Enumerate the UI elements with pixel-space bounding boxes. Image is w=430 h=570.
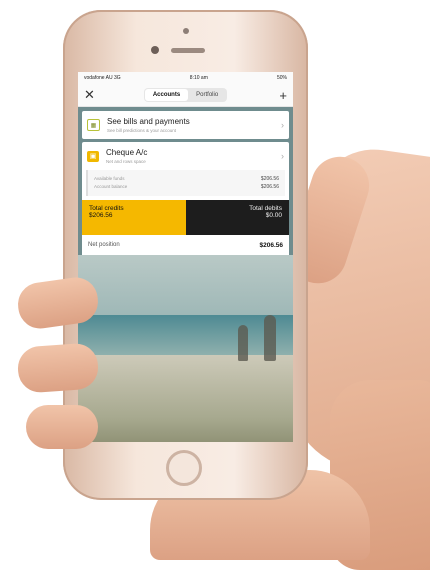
bills-title: See bills and payments (107, 117, 190, 126)
account-subtitle: Net and rows space (106, 159, 146, 164)
account-title: Cheque A/c (106, 148, 148, 157)
wallet-icon: ▣ (87, 150, 99, 162)
totals-bar: Total credits $206.56 Total debits $0.00 (82, 200, 289, 235)
bills-card[interactable]: ▦ See bills and payments See bill predic… (82, 111, 289, 139)
accounts-content: ▦ See bills and payments See bill predic… (78, 107, 293, 255)
top-nav: ✕ Accounts Portfolio + (78, 84, 293, 107)
phone-body: vodafone AU 3G 8:10 am 50% ✕ Accounts Po… (63, 10, 308, 500)
front-camera (151, 46, 159, 54)
total-debits: Total debits $0.00 (185, 200, 289, 235)
total-credits: Total credits $206.56 (82, 200, 186, 235)
net-position: Net position $206.56 (82, 235, 289, 255)
finger (26, 405, 98, 449)
tab-accounts[interactable]: Accounts (144, 89, 189, 101)
phone-speaker (171, 48, 205, 53)
plus-icon[interactable]: + (273, 88, 287, 103)
account-card[interactable]: ▣ Cheque A/c Net and rows space › Availa… (82, 142, 289, 255)
status-time: 8:10 am (189, 75, 208, 81)
phone-screen: vodafone AU 3G 8:10 am 50% ✕ Accounts Po… (78, 72, 293, 442)
chevron-right-icon: › (281, 151, 284, 161)
status-bar: vodafone AU 3G 8:10 am 50% (78, 72, 293, 84)
account-balances: Available funds $206.56 Account balance … (86, 170, 285, 196)
balance-row: Available funds $206.56 (94, 176, 279, 182)
net-position-label: Net position (88, 242, 120, 248)
tab-portfolio[interactable]: Portfolio (188, 89, 226, 101)
battery-label: 50% (276, 75, 287, 81)
carrier-label: vodafone AU 3G (84, 75, 121, 81)
beach-background (78, 255, 293, 442)
calendar-icon: ▦ (87, 119, 100, 131)
finger (16, 342, 100, 394)
phone-sensor (183, 28, 189, 34)
bills-subtitle: See bill predictions & your account (107, 128, 177, 133)
person-figure (264, 315, 276, 361)
home-button[interactable] (166, 450, 202, 486)
balance-row: Account balance $206.56 (94, 184, 279, 190)
segmented-control: Accounts Portfolio (143, 88, 228, 102)
close-icon[interactable]: ✕ (84, 87, 98, 103)
chevron-right-icon: › (281, 120, 284, 130)
net-position-value: $206.56 (259, 241, 284, 249)
person-figure (238, 325, 248, 361)
